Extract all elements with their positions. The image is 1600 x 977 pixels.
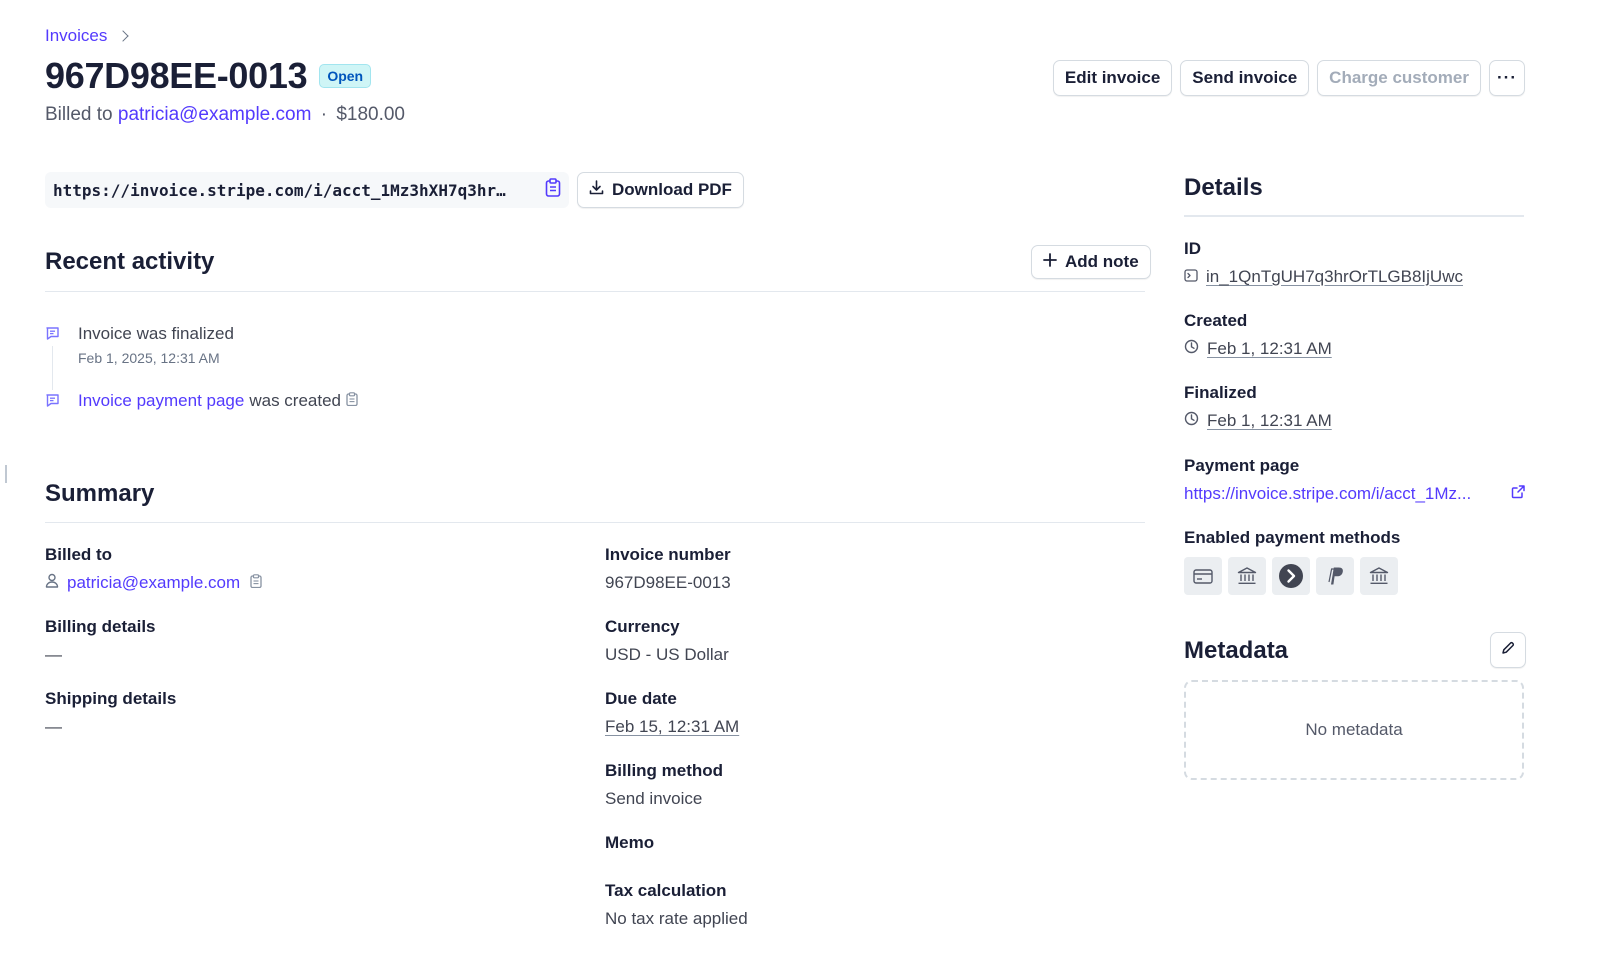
external-link-icon[interactable] (1511, 484, 1526, 504)
details-payment-page: Payment page https://invoice.stripe.com/… (1184, 456, 1526, 504)
summary-billed-to: Billed to patricia@example.com (45, 545, 262, 593)
activity-text: Invoice was finalized (78, 324, 234, 343)
summary-heading: Summary (45, 480, 155, 507)
field-value: Send invoice (605, 789, 703, 808)
edit-invoice-button[interactable]: Edit invoice (1052, 60, 1173, 96)
subtitle-separator: · (320, 104, 328, 125)
payment-methods-list (1184, 557, 1400, 595)
field-label: Currency (605, 617, 680, 636)
charge-customer-button[interactable]: Charge customer (1317, 60, 1481, 96)
field-label: Invoice number (605, 545, 731, 564)
header-actions: Edit invoice Send invoice Charge custome… (1052, 60, 1525, 96)
more-options-button[interactable]: ··· (1489, 60, 1525, 96)
field-value: 967D98EE-0013 (605, 573, 731, 592)
add-note-label: Add note (1065, 252, 1139, 271)
payment-page-link[interactable]: Invoice payment page (78, 391, 244, 411)
field-label: Billing details (45, 617, 156, 636)
details-heading: Details (1184, 174, 1263, 201)
field-value: — (45, 645, 62, 664)
invoice-id-value[interactable]: in_1QnTgUH7q3hrOrTLGB8IjUwc (1206, 267, 1463, 287)
clipboard-icon[interactable] (250, 573, 262, 593)
clipboard-icon[interactable] (545, 178, 561, 202)
field-label: Finalized (1184, 383, 1257, 402)
download-pdf-button[interactable]: Download PDF (577, 172, 744, 208)
summary-divider (45, 522, 1145, 523)
details-payment-methods: Enabled payment methods (1184, 528, 1400, 595)
clock-icon (1184, 339, 1199, 359)
activity-time: Feb 1, 2025, 12:31 AM (78, 350, 220, 366)
clipboard-icon[interactable] (346, 391, 358, 411)
note-icon (45, 393, 60, 413)
edit-metadata-button[interactable] (1490, 632, 1526, 668)
resize-handle[interactable] (5, 465, 7, 483)
billed-to-email-link[interactable]: patricia@example.com (67, 573, 240, 593)
send-invoice-button[interactable]: Send invoice (1180, 60, 1310, 96)
download-icon (589, 180, 604, 200)
breadcrumb: Invoices (45, 26, 130, 46)
recent-activity-heading: Recent activity (45, 248, 215, 275)
field-label: Billing method (605, 761, 724, 780)
note-icon (45, 326, 60, 346)
activity-text: was created (249, 391, 342, 410)
summary-due-date: Due date Feb 15, 12:31 AM (605, 689, 739, 737)
arrow-circle-icon (1272, 557, 1310, 595)
details-finalized: Finalized Feb 1, 12:31 AM (1184, 383, 1332, 431)
metadata-empty-state: No metadata (1184, 680, 1524, 780)
details-id: ID in_1QnTgUH7q3hrOrTLGB8IjUwc (1184, 239, 1463, 287)
bank-icon (1360, 557, 1398, 595)
activity-item: Invoice payment page was created (45, 391, 358, 413)
invoice-url-field[interactable]: https://invoice.stripe.com/i/acct_1Mz3hX… (45, 172, 569, 208)
details-created: Created Feb 1, 12:31 AM (1184, 311, 1332, 359)
invoice-number-title: 967D98EE-0013 (45, 55, 308, 96)
summary-billing-method: Billing method Send invoice (605, 761, 723, 809)
details-divider (1184, 215, 1524, 217)
summary-shipping-details: Shipping details — (45, 689, 176, 737)
summary-currency: Currency USD - US Dollar (605, 617, 729, 665)
download-pdf-label: Download PDF (612, 180, 732, 199)
page-title: 967D98EE-0013 Open (45, 55, 372, 97)
billed-to-prefix: Billed to (45, 104, 113, 125)
field-value: USD - US Dollar (605, 645, 729, 664)
field-value: — (45, 717, 62, 736)
summary-billing-details: Billing details — (45, 617, 156, 665)
field-label: Memo (605, 833, 655, 852)
field-label: Payment page (1184, 456, 1300, 475)
customer-email-link[interactable]: patricia@example.com (118, 104, 312, 125)
summary-invoice-number: Invoice number 967D98EE-0013 (605, 545, 731, 593)
bank-icon (1228, 557, 1266, 595)
finalized-date-value[interactable]: Feb 1, 12:31 AM (1207, 411, 1332, 431)
paypal-icon (1316, 557, 1354, 595)
summary-memo: Memo (605, 833, 654, 853)
field-label: Tax calculation (605, 881, 727, 900)
field-label: ID (1184, 239, 1201, 258)
breadcrumb-invoices-link[interactable]: Invoices (45, 26, 107, 46)
terminal-icon (1184, 267, 1198, 287)
metadata-empty-text: No metadata (1305, 720, 1403, 739)
add-note-button[interactable]: Add note (1031, 245, 1151, 279)
chevron-right-icon (117, 30, 130, 42)
summary-tax-calculation: Tax calculation No tax rate applied (605, 881, 748, 929)
invoice-url-text: https://invoice.stripe.com/i/acct_1Mz3hX… (53, 180, 506, 200)
field-label: Shipping details (45, 689, 177, 708)
pencil-icon (1501, 640, 1515, 660)
invoice-subtitle: Billed to patricia@example.com · $180.00 (45, 104, 405, 126)
activity-divider (45, 291, 1145, 292)
activity-item: Invoice was finalized Feb 1, 2025, 12:31… (45, 324, 234, 366)
plus-icon (1043, 252, 1057, 272)
field-label: Due date (605, 689, 677, 708)
invoice-amount: $180.00 (336, 104, 405, 125)
field-label: Enabled payment methods (1184, 528, 1401, 547)
field-label: Billed to (45, 545, 113, 564)
field-value: No tax rate applied (605, 909, 748, 928)
metadata-heading: Metadata (1184, 637, 1289, 664)
created-date-value[interactable]: Feb 1, 12:31 AM (1207, 339, 1332, 359)
card-icon (1184, 557, 1222, 595)
payment-page-url-link[interactable]: https://invoice.stripe.com/i/acct_1Mz... (1184, 484, 1471, 504)
due-date-value[interactable]: Feb 15, 12:31 AM (605, 717, 739, 737)
person-icon (45, 573, 59, 593)
clock-icon (1184, 411, 1199, 431)
field-label: Created (1184, 311, 1248, 330)
status-badge: Open (319, 64, 372, 88)
